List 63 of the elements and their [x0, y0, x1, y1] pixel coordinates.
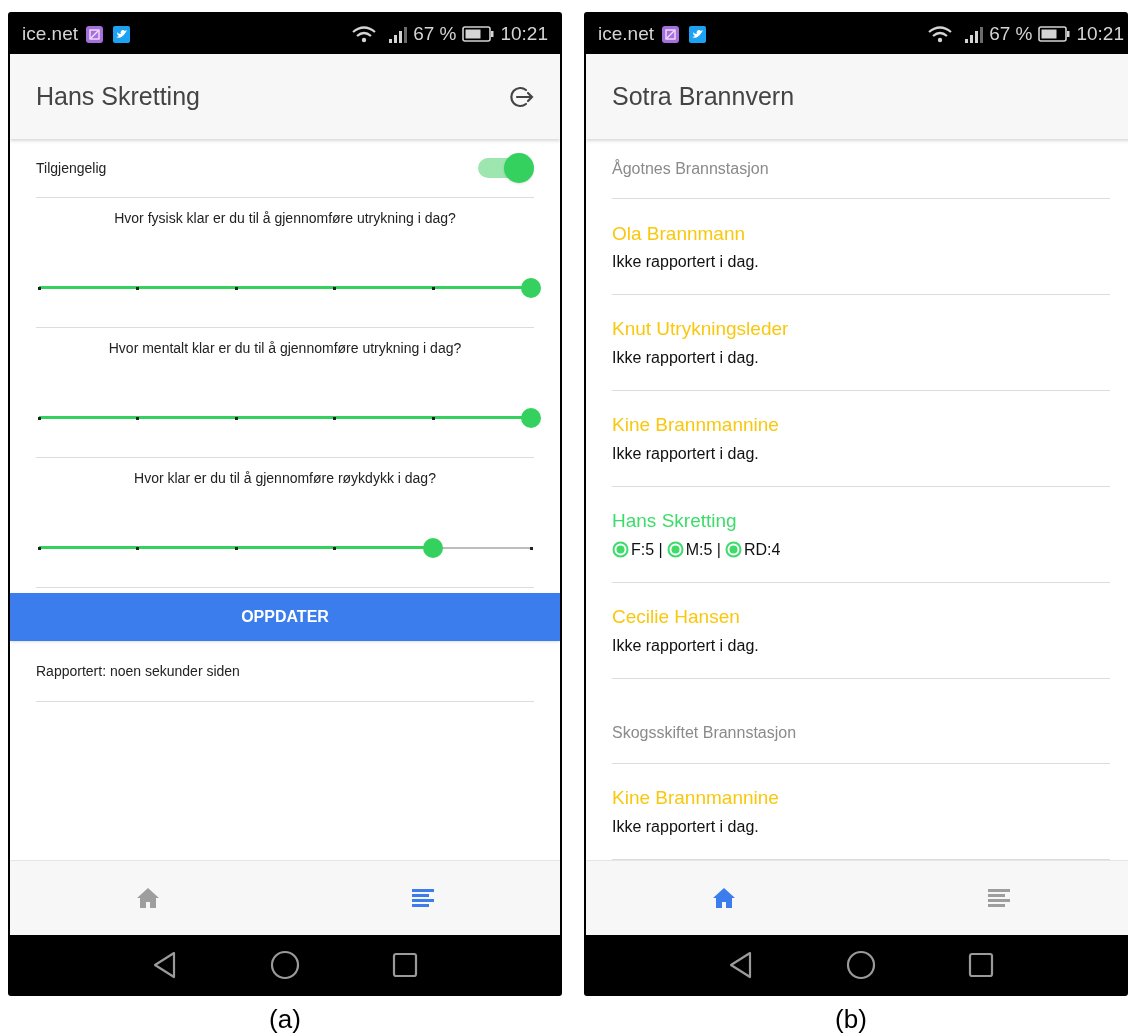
member-name: Knut Utrykningsleder: [612, 317, 790, 342]
list-icon[interactable]: [410, 888, 435, 908]
member-name: Kine Brannmannine: [612, 786, 780, 811]
status-text: Ikke rapportert i dag.: [612, 443, 760, 464]
battery-percent: 67 %: [989, 21, 1033, 46]
score-text: RD:4: [744, 539, 781, 560]
member-name: Ola Brannmann: [612, 221, 747, 246]
home-icon[interactable]: [135, 887, 160, 909]
clock-text: 10:21: [1076, 21, 1124, 46]
gallery-icon: [86, 25, 103, 43]
list-icon[interactable]: [986, 888, 1011, 908]
screen-title: Hans Skretting: [36, 80, 200, 112]
member-name: Kine Brannmannine: [612, 413, 780, 438]
member-item[interactable]: Kine Brannmannine Ikke rapportert i dag.: [612, 391, 1110, 487]
radio-icon: [666, 541, 684, 559]
clock-text: 10:21: [500, 21, 548, 46]
back-icon[interactable]: [728, 950, 754, 979]
member-name: Cecilie Hansen: [612, 605, 741, 630]
radio-icon: [725, 541, 742, 559]
slider-thumb[interactable]: [521, 278, 541, 298]
member-item[interactable]: Ola Brannmann Ikke rapportert i dag.: [612, 199, 1110, 296]
score-text: F:5 |: [631, 539, 663, 560]
station-heading: Skogsskiftet Brannstasjon: [612, 723, 797, 744]
status-text: Ikke rapportert i dag.: [612, 252, 760, 272]
wifi-icon: [351, 25, 378, 43]
battery-icon: [1038, 26, 1071, 42]
wifi-icon: [927, 25, 954, 43]
member-item[interactable]: Knut Utrykningsleder Ikke rapportert i dag.: [612, 295, 1110, 392]
radio-icon: [612, 541, 629, 559]
carrier-text: ice.net: [22, 21, 78, 46]
recents-icon[interactable]: [968, 951, 994, 978]
question-text: Hvor fysisk klar er du til å gjennomføre utrykning i dag?: [114, 209, 456, 228]
screen-title: Sotra Brannvern: [612, 80, 795, 112]
status-text: Ikke rapportert i dag.: [612, 347, 760, 368]
slider-thumb[interactable]: [521, 408, 541, 428]
station-heading: Ågotnes Brannstasjon: [612, 158, 769, 179]
availability-toggle[interactable]: [478, 153, 534, 183]
status-text: Ikke rapportert i dag.: [612, 635, 760, 656]
figure-caption: (a): [269, 1003, 301, 1034]
member-item[interactable]: Kine Brannmannine Ikke rapportert i dag.: [612, 764, 1110, 860]
member-item[interactable]: Hans Skretting F:5 | M:5 | RD:4: [612, 487, 1110, 583]
score-text: M:5 |: [685, 539, 721, 560]
member-item[interactable]: Cecilie Hansen Ikke rapportert i dag.: [612, 582, 1110, 679]
member-name: Hans Skretting: [612, 509, 738, 534]
home-circle-icon[interactable]: [270, 949, 300, 980]
reported-text: Rapportert: noen sekunder siden: [36, 661, 240, 681]
update-button[interactable]: OPPDATER: [10, 593, 560, 641]
availability-label: Tilgjengelig: [36, 158, 107, 178]
bird-icon: [113, 25, 130, 43]
question-text: Hvor mentalt klar er du til å gjennomføre utrykning i dag?: [108, 339, 462, 358]
figure-caption: (b): [835, 1003, 867, 1034]
status-text: Ikke rapportert i dag.: [612, 816, 760, 837]
carrier-text: ice.net: [598, 21, 654, 46]
bird-icon: [689, 25, 706, 43]
gallery-icon: [662, 25, 679, 43]
home-circle-icon[interactable]: [846, 949, 876, 980]
battery-percent: 67 %: [413, 21, 457, 46]
home-icon[interactable]: [711, 887, 736, 909]
question-text: Hvor klar er du til å gjennomføre røykdykk i dag?: [134, 469, 436, 488]
slider-thumb[interactable]: [422, 538, 443, 558]
back-icon[interactable]: [152, 950, 178, 979]
recents-icon[interactable]: [392, 951, 418, 978]
battery-icon: [462, 26, 495, 42]
